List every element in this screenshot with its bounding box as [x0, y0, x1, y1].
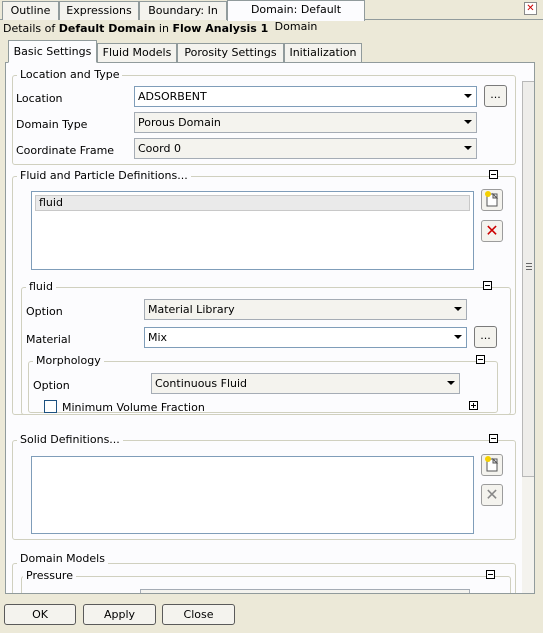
new-item-icon: [485, 456, 499, 472]
morphology-option-value: Continuous Fluid: [155, 377, 248, 390]
location-browse-button[interactable]: ...: [484, 85, 507, 107]
collapse-icon[interactable]: [489, 170, 498, 179]
tab-basic-settings[interactable]: Basic Settings: [8, 40, 97, 63]
delete-icon: ✕: [485, 221, 499, 240]
ok-button[interactable]: OK: [4, 604, 76, 625]
apply-button[interactable]: Apply: [83, 604, 156, 625]
chevron-down-icon: [464, 120, 472, 124]
details-analysis: Flow Analysis 1: [172, 22, 269, 35]
domain-models-title: Domain Models: [17, 552, 108, 565]
chevron-down-icon: [464, 146, 472, 150]
grip-line: [526, 266, 532, 267]
tab-initialization[interactable]: Initialization: [284, 43, 362, 62]
fluid-group-title: fluid: [26, 280, 56, 293]
location-label: Location: [16, 92, 63, 105]
vertical-scrollbar[interactable]: [522, 81, 534, 593]
min-volume-fraction-label: Minimum Volume Fraction: [62, 401, 205, 414]
grip-line: [526, 263, 532, 264]
domain-type-label: Domain Type: [16, 118, 88, 131]
material-label: Material: [26, 333, 71, 346]
location-type-title: Location and Type: [17, 68, 123, 81]
details-middle: in: [155, 22, 173, 35]
fluid-option-label: Option: [26, 305, 63, 318]
close-button[interactable]: Close: [162, 604, 235, 625]
fluid-list[interactable]: fluid: [31, 191, 474, 270]
coordinate-frame-combo[interactable]: Coord 0: [134, 138, 477, 159]
delete-solid-button[interactable]: ✕: [481, 484, 503, 506]
scrollbar-thumb[interactable]: [522, 81, 534, 477]
morphology-option-label: Option: [33, 379, 70, 392]
chevron-down-icon: [454, 307, 462, 311]
morphology-option-combo[interactable]: Continuous Fluid: [151, 373, 460, 394]
list-item[interactable]: fluid: [35, 195, 470, 211]
delete-icon: ✕: [485, 485, 499, 504]
solid-group-title: Solid Definitions...: [17, 433, 123, 446]
material-combo[interactable]: Mix: [144, 327, 467, 348]
coordinate-frame-value: Coord 0: [138, 142, 181, 155]
location-combo[interactable]: ADSORBENT: [134, 86, 477, 107]
solid-list[interactable]: [31, 456, 474, 534]
fluid-option-value: Material Library: [148, 303, 235, 316]
details-header: Details of Default Domain in Flow Analys…: [3, 22, 268, 35]
tab-fluid-models[interactable]: Fluid Models: [97, 43, 177, 62]
material-browse-button[interactable]: ...: [474, 326, 497, 348]
collapse-icon[interactable]: [489, 434, 498, 443]
chevron-down-icon: [447, 381, 455, 385]
pressure-combo[interactable]: [140, 589, 470, 593]
basic-settings-panel: Location and Type Location ADSORBENT ...…: [5, 62, 535, 594]
expand-icon[interactable]: [469, 401, 478, 410]
details-object: Default Domain: [58, 22, 156, 35]
tab-domain-default-domain[interactable]: Domain: Default Domain: [227, 0, 365, 33]
material-value: Mix: [148, 331, 168, 344]
grip-line: [526, 269, 532, 270]
top-tab-bar: Outline Expressions Boundary: In Domain:…: [0, 0, 543, 33]
fluid-option-combo[interactable]: Material Library: [144, 299, 467, 320]
tab-outline[interactable]: Outline: [2, 1, 59, 20]
fluid-particle-title: Fluid and Particle Definitions...: [17, 169, 191, 182]
location-value: ADSORBENT: [138, 90, 207, 103]
collapse-icon[interactable]: [483, 281, 492, 290]
tab-porosity-settings[interactable]: Porosity Settings: [177, 43, 284, 62]
tab-expressions[interactable]: Expressions: [59, 1, 139, 20]
delete-fluid-button[interactable]: ✕: [481, 220, 503, 242]
close-icon[interactable]: ✕: [524, 2, 537, 15]
details-prefix: Details of: [3, 22, 59, 35]
collapse-icon[interactable]: [476, 355, 485, 364]
pressure-title: Pressure: [23, 569, 76, 582]
domain-type-combo[interactable]: Porous Domain: [134, 112, 477, 133]
add-solid-button[interactable]: [481, 454, 503, 476]
new-item-icon: [485, 191, 499, 207]
collapse-icon[interactable]: [486, 570, 495, 579]
add-fluid-button[interactable]: [481, 189, 503, 211]
coordinate-frame-label: Coordinate Frame: [16, 144, 115, 157]
morphology-title: Morphology: [33, 354, 104, 367]
tab-boundary-in[interactable]: Boundary: In: [139, 1, 227, 20]
chevron-down-icon: [454, 335, 462, 339]
min-volume-fraction-checkbox[interactable]: [44, 400, 57, 413]
domain-type-value: Porous Domain: [138, 116, 221, 129]
chevron-down-icon: [464, 94, 472, 98]
